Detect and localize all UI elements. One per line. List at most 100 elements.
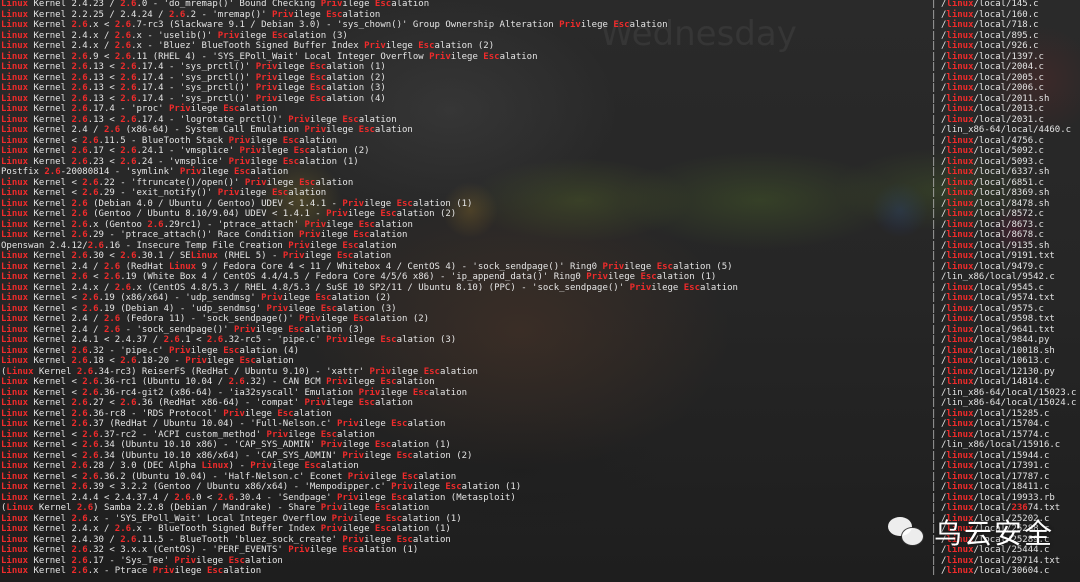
- result-row: Linux Kernel 2.6.32 - 'pipe.c' Privilege…: [0, 346, 1080, 357]
- exploit-title: Linux Kernel 2.4.x / 2.6.x (CentOS 4.8/5…: [1, 282, 738, 293]
- column-separator: |: [931, 555, 937, 566]
- exploit-title: Linux Kernel 2.6.36-rc8 - 'RDS Protocol'…: [1, 408, 332, 419]
- result-row: Linux Kernel 2.6.29 - 'ptrace_attach()' …: [0, 230, 1080, 241]
- exploit-title: Linux Kernel 2.6.13 < 2.6.17.4 - 'sys_pr…: [1, 83, 386, 93]
- exploit-title: Linux Kernel 2.6.18 < 2.6.18-20 - Privil…: [1, 356, 294, 366]
- column-separator: |: [931, 450, 937, 461]
- result-row: Linux Kernel 2.4.23 / 2.6.0 - 'do_mremap…: [0, 0, 1080, 10]
- result-row: Linux Kernel 2.6.27 < 2.6.36 (RedHat x86…: [0, 398, 1080, 409]
- wechat-icon: [888, 517, 924, 547]
- result-row: Linux Kernel 2.4 / 2.6 (x86-64) - System…: [0, 125, 1080, 136]
- exploit-title: Linux Kernel 2.6.27 < 2.6.36 (RedHat x86…: [1, 398, 413, 408]
- result-row: Linux Kernel < 2.6.22 - 'ftruncate()/ope…: [0, 178, 1080, 189]
- exploit-title: Linux Kernel 2.6.28 / 3.0 (DEC Alpha Lin…: [1, 461, 359, 471]
- exploit-title: Linux Kernel 2.4 / 2.6 (RedHat Linux 9 /…: [1, 261, 733, 272]
- exploit-path: /linux/local/2013.c: [941, 104, 1044, 114]
- exploit-path: /linux/local/145.c: [941, 0, 1039, 9]
- column-separator: |: [931, 177, 937, 188]
- column-separator: |: [931, 167, 937, 177]
- result-row: Linux Kernel 2.2.25 / 2.4.24 / 2.6.2 - '…: [0, 10, 1080, 21]
- result-row: Linux Kernel < 2.6.19 (Debian 4) - 'udp_…: [0, 304, 1080, 315]
- exploit-path: /lin_x86-64/local/15024.c: [941, 398, 1077, 408]
- exploit-title: Linux Kernel 2.4.4 < 2.4.37.4 / 2.6.0 < …: [1, 492, 516, 503]
- exploit-title: Linux Kernel < 2.6.34 (Ubuntu 10.10 x86/…: [1, 450, 473, 461]
- column-separator: |: [931, 135, 937, 146]
- result-row: Linux Kernel 2.6 < 2.6.19 (White Box 4 /…: [0, 272, 1080, 283]
- result-row: Linux Kernel 2.6.13 < 2.6.17.4 - 'logrot…: [0, 115, 1080, 126]
- result-row: Linux Kernel 2.4.x / 2.6.x - 'Bluez' Blu…: [0, 41, 1080, 52]
- exploit-path: /linux/local/15774.c: [941, 429, 1050, 440]
- exploit-title: Linux Kernel 2.6.23 < 2.6.24 - 'vmsplice…: [1, 156, 359, 167]
- exploit-title: Linux Kernel 2.2.25 / 2.4.24 / 2.6.2 - '…: [1, 9, 381, 20]
- column-separator: |: [931, 9, 937, 20]
- exploit-title: Linux Kernel < 2.6.11.5 - BlueTooth Stac…: [1, 135, 337, 146]
- result-row: Linux Kernel 2.6.36-rc8 - 'RDS Protocol'…: [0, 409, 1080, 420]
- column-separator: |: [931, 408, 937, 419]
- result-row: Linux Kernel 2.4.4 < 2.4.37.4 / 2.6.0 < …: [0, 493, 1080, 504]
- exploit-path: /linux/local/5093.c: [941, 156, 1044, 167]
- result-row: Linux Kernel 2.6.9 < 2.6.11 (RHEL 4) - '…: [0, 52, 1080, 63]
- column-separator: |: [931, 188, 937, 198]
- exploit-path: /linux/local/19933.rb: [941, 492, 1055, 503]
- exploit-path: /linux/local/9545.c: [941, 282, 1044, 293]
- exploit-path: /linux/local/9135.sh: [941, 240, 1050, 251]
- exploit-path: /linux/local/15944.c: [941, 450, 1050, 461]
- column-separator: |: [931, 461, 937, 471]
- column-separator: |: [931, 240, 937, 251]
- exploit-path: /linux/local/4756.c: [941, 135, 1044, 146]
- column-separator: |: [931, 377, 937, 387]
- column-separator: |: [931, 314, 937, 324]
- result-row: Linux Kernel 2.6 (Debian 4.0 / Ubuntu / …: [0, 199, 1080, 210]
- column-separator: |: [931, 366, 937, 377]
- exploit-path: /linux/local/2004.c: [941, 62, 1044, 72]
- exploit-path: /linux/local/14814.c: [941, 377, 1050, 387]
- exploit-path: /linux/local/718.c: [941, 20, 1039, 30]
- result-row: Linux Kernel < 2.6.29 - 'exit_notify()' …: [0, 188, 1080, 199]
- exploit-title: Linux Kernel 2.6.x (Gentoo 2.6.29rc1) - …: [1, 219, 413, 230]
- result-row: Linux Kernel < 2.6.34 (Ubuntu 10.10 x86)…: [0, 440, 1080, 451]
- column-separator: |: [931, 209, 937, 219]
- result-row: Linux Kernel 2.4 / 2.6 - 'sock_sendpage(…: [0, 325, 1080, 336]
- exploit-path: /linux/local/895.c: [941, 30, 1039, 41]
- exploit-path: /linux/local/9479.c: [941, 261, 1044, 272]
- result-row: Linux Kernel 2.6.13 < 2.6.17.4 - 'sys_pr…: [0, 62, 1080, 73]
- column-separator: |: [931, 114, 937, 125]
- exploit-path: /linux/local/17787.c: [941, 471, 1050, 482]
- exploit-title: Linux Kernel < 2.6.36-rc4-git2 (x86-64) …: [1, 387, 468, 398]
- result-row: Linux Kernel 2.6.28 / 3.0 (DEC Alpha Lin…: [0, 461, 1080, 472]
- exploit-title: Linux Kernel < 2.6.29 - 'exit_notify()' …: [1, 188, 327, 198]
- column-separator: |: [931, 251, 937, 261]
- result-row: Linux Kernel 2.6.17 < 2.6.24.1 - 'vmspli…: [0, 146, 1080, 157]
- column-separator: |: [931, 282, 937, 293]
- terminal-output[interactable]: Linux Kernel 2.4.23 / 2.6.0 - 'do_mremap…: [0, 0, 1080, 582]
- column-separator: |: [931, 345, 937, 356]
- exploit-path: /linux/local/9574.txt: [941, 293, 1055, 303]
- exploit-title: Linux Kernel < 2.6.37-rc2 - 'ACPI custom…: [1, 429, 375, 440]
- exploit-path: /linux/local/10613.c: [941, 356, 1050, 366]
- exploit-title: Linux Kernel 2.6.29 - 'ptrace_attach()' …: [1, 230, 408, 240]
- exploit-title: Linux Kernel 2.6.x < 2.6.7-rc3 (Slackwar…: [1, 20, 668, 30]
- exploit-title: Linux Kernel 2.6.30 < 2.6.30.1 / SELinux…: [1, 251, 392, 261]
- exploit-title: Linux Kernel < 2.6.34 (Ubuntu 10.10 x86)…: [1, 440, 451, 450]
- exploit-path: /linux/local/5092.c: [941, 146, 1044, 156]
- exploit-title: Linux Kernel 2.6.37 (RedHat / Ubuntu 10.…: [1, 419, 446, 429]
- exploit-path: /linux/local/15704.c: [941, 419, 1050, 429]
- exploit-title: Linux Kernel 2.6.13 < 2.6.17.4 - 'sys_pr…: [1, 72, 386, 83]
- result-row: Linux Kernel 2.6.18 < 2.6.18-20 - Privil…: [0, 356, 1080, 367]
- column-separator: |: [931, 104, 937, 114]
- result-row: Linux Kernel < 2.6.11.5 - BlueTooth Stac…: [0, 136, 1080, 147]
- result-row: Linux Kernel 2.6.x < 2.6.7-rc3 (Slackwar…: [0, 20, 1080, 31]
- column-separator: |: [931, 303, 937, 314]
- column-separator: |: [931, 51, 937, 62]
- column-separator: |: [931, 566, 937, 576]
- exploit-title: Linux Kernel 2.4.23 / 2.6.0 - 'do_mremap…: [1, 0, 430, 9]
- exploit-title: Linux Kernel 2.4.30 / 2.6.11.5 - BlueToo…: [1, 534, 451, 545]
- result-row: Linux Kernel 2.6.13 < 2.6.17.4 - 'sys_pr…: [0, 83, 1080, 94]
- exploit-path: /linux/local/1397.c: [941, 51, 1044, 62]
- column-separator: |: [931, 219, 937, 230]
- watermark: 乌云安全: [888, 512, 1054, 552]
- exploit-title: Linux Kernel 2.4.x / 2.6.x - BlueTooth S…: [1, 524, 451, 534]
- result-row: Linux Kernel 2.6.x - Ptrace Privilege Es…: [0, 566, 1080, 577]
- exploit-path: /linux/local/30604.c: [941, 566, 1050, 576]
- column-separator: |: [931, 146, 937, 156]
